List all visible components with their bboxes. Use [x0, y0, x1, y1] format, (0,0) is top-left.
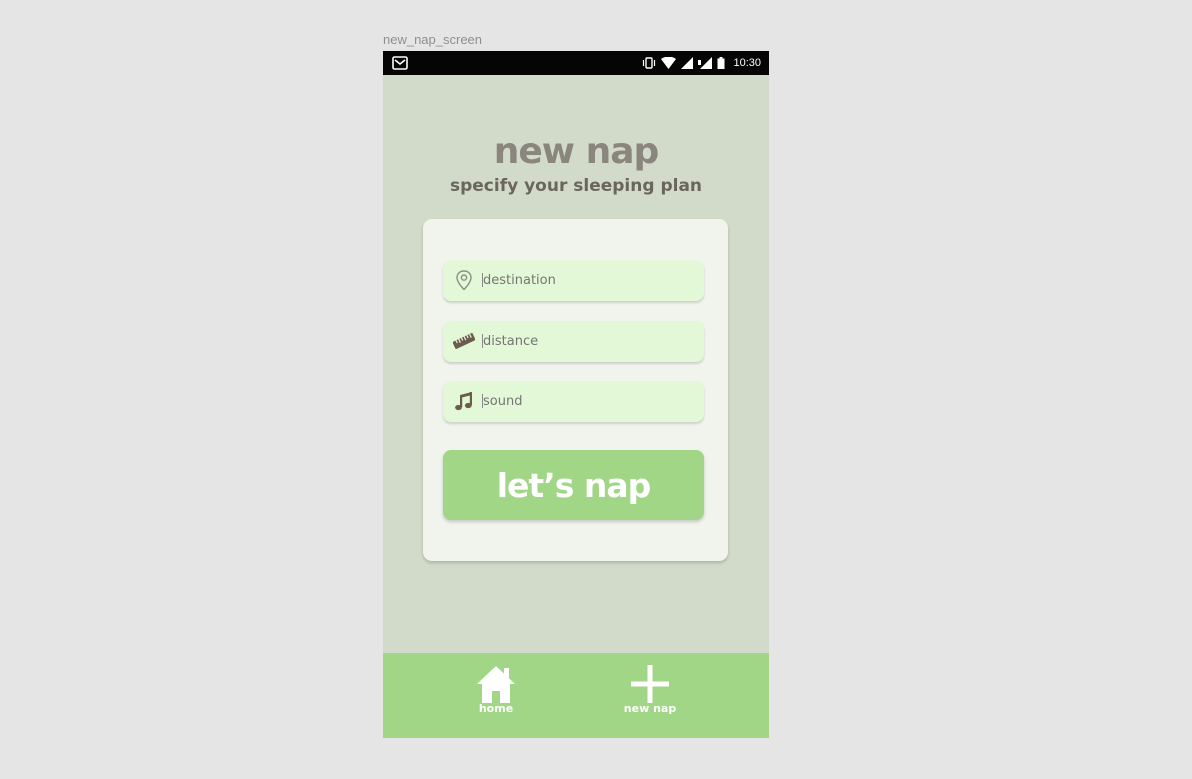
wifi-icon: [661, 54, 677, 73]
frame-label: new_nap_screen: [383, 32, 483, 47]
music-note-icon: [453, 390, 475, 412]
phone-screen: 10:30 new nap specify your sleeping plan: [383, 51, 769, 738]
home-icon: [456, 663, 536, 705]
nav-label-new-nap: new nap: [623, 702, 677, 715]
location-pin-icon: [453, 269, 475, 291]
battery-icon: [717, 54, 725, 73]
status-bar: 10:30: [383, 51, 769, 75]
nav-item-home[interactable]: home: [456, 663, 536, 715]
signal-icon: [698, 54, 713, 73]
vibrate-icon: [642, 54, 656, 73]
distance-input[interactable]: [483, 331, 693, 351]
status-time: 10:30: [733, 57, 761, 69]
destination-input[interactable]: [483, 270, 693, 290]
nap-form-card: let’s nap: [423, 219, 728, 561]
signal-icon: [681, 54, 694, 73]
page-title: new nap: [493, 131, 660, 172]
page-subtitle: specify your sleeping plan: [449, 176, 703, 196]
gmail-icon: [392, 55, 408, 74]
lets-nap-button[interactable]: let’s nap: [443, 450, 704, 520]
distance-field[interactable]: [443, 321, 704, 362]
nav-item-new-nap[interactable]: new nap: [610, 663, 690, 715]
ruler-icon: [452, 330, 476, 352]
nav-label-home: home: [478, 702, 514, 715]
destination-field[interactable]: [443, 260, 704, 301]
bottom-nav: home new nap: [383, 653, 769, 738]
sound-input[interactable]: [483, 391, 693, 411]
plus-icon: [610, 663, 690, 705]
sound-field[interactable]: [443, 381, 704, 422]
